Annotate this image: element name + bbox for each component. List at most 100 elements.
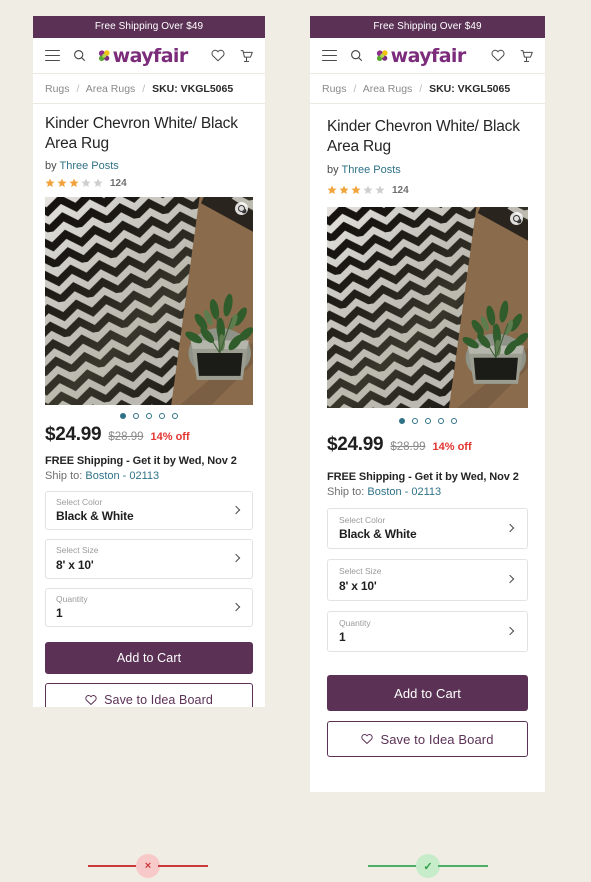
heart-outline-icon <box>85 694 97 705</box>
product-image[interactable] <box>327 206 528 408</box>
add-to-cart-button[interactable]: Add to Cart <box>45 642 253 675</box>
star-icon-filled <box>351 185 361 195</box>
quantity-label: Quantity <box>339 617 371 628</box>
fail-rail-left <box>88 864 138 868</box>
price-original: $28.99 <box>108 430 144 443</box>
breadcrumb: Rugs / Area Rugs / SKU: VKGL5065 <box>310 74 545 104</box>
search-icon[interactable] <box>350 49 363 62</box>
quantity-field[interactable]: Quantity 1 <box>327 610 528 653</box>
zoom-in-icon[interactable] <box>235 201 248 215</box>
review-count[interactable]: 124 <box>392 185 409 196</box>
pass-rail-left <box>368 864 418 868</box>
select-color-label: Select Color <box>339 514 386 525</box>
add-to-cart-button[interactable]: Add to Cart <box>327 675 528 712</box>
carousel-dot-5[interactable] <box>172 412 178 419</box>
page-title: Kinder Chevron White/ Black Area Rug <box>45 115 238 152</box>
select-size-field[interactable]: Select Size 8' x 10' <box>327 559 528 601</box>
search-icon[interactable] <box>73 49 86 62</box>
shopping-cart-icon[interactable] <box>520 49 533 63</box>
price-row: $24.99 $28.99 14% off <box>45 424 253 446</box>
quantity-label: Quantity <box>56 593 88 604</box>
wayfair-logo[interactable]: wayfair <box>376 46 466 66</box>
brand-line: by Three Posts <box>45 160 253 172</box>
save-to-idea-board-button[interactable]: Save to Idea Board <box>45 683 253 707</box>
carousel-dot-3[interactable] <box>146 412 152 419</box>
heart-outline-icon <box>361 734 374 745</box>
by-label: by <box>327 163 339 176</box>
carousel-dot-2[interactable] <box>411 417 418 424</box>
fail-indicator: × <box>88 854 208 878</box>
promo-banner: Free Shipping Over $49 <box>310 16 545 38</box>
breadcrumb: Rugs / Area Rugs / SKU: VKGL5065 <box>33 74 265 104</box>
rug-photo <box>45 196 253 405</box>
chevron-right-icon <box>231 554 241 563</box>
breadcrumb-area-rugs[interactable]: Area Rugs <box>363 83 413 95</box>
select-size-label: Select Size <box>339 566 382 577</box>
carousel-dot-3[interactable] <box>424 417 431 424</box>
product-image[interactable] <box>45 196 253 405</box>
discount-badge: 14% off <box>432 440 472 453</box>
breadcrumb-rugs[interactable]: Rugs <box>322 83 347 95</box>
brand-link[interactable]: Three Posts <box>59 160 118 172</box>
pass-badge: ✓ <box>416 854 440 878</box>
review-count[interactable]: 124 <box>110 178 127 189</box>
carousel-dot-1[interactable] <box>120 412 126 419</box>
page-title: Kinder Chevron White/ Black Area Rug <box>327 118 520 155</box>
by-label: by <box>45 159 57 172</box>
heart-icon[interactable] <box>491 49 505 62</box>
fail-badge: × <box>136 854 160 878</box>
hamburger-menu-icon[interactable] <box>45 50 60 61</box>
carousel-dots <box>327 408 528 428</box>
hamburger-menu-icon[interactable] <box>322 50 337 61</box>
breadcrumb-area-rugs[interactable]: Area Rugs <box>86 83 136 95</box>
breadcrumb-rugs[interactable]: Rugs <box>45 83 70 95</box>
ship-to-label: Ship to: <box>327 485 365 498</box>
quantity-value: 1 <box>56 606 63 621</box>
shopping-cart-icon[interactable] <box>240 49 253 63</box>
chevron-right-icon <box>231 602 241 612</box>
price-row: $24.99 $28.99 14% off <box>327 434 528 456</box>
top-navbar: wayfair <box>33 38 265 74</box>
shipping-estimate: FREE Shipping - Get it by Wed, Nov 2 <box>45 454 237 467</box>
product-page-variant-b: Free Shipping Over $49 wayfair Rugs / Ar… <box>310 16 545 792</box>
wayfair-wordmark: wayfair <box>112 45 189 67</box>
ship-to-location[interactable]: Boston - 02113 <box>85 470 159 482</box>
breadcrumb-separator-1: / <box>76 83 80 95</box>
carousel-dot-4[interactable] <box>159 412 165 419</box>
breadcrumb-sku: SKU: VKGL5065 <box>429 83 511 95</box>
breadcrumb-separator-2: / <box>419 83 423 95</box>
screenshot-stage: Free Shipping Over $49 wayfair Rugs / Ar… <box>0 0 591 882</box>
wayfair-logo[interactable]: wayfair <box>98 45 189 67</box>
carousel-dot-4[interactable] <box>437 417 444 424</box>
carousel-dot-5[interactable] <box>450 417 457 424</box>
promo-banner: Free Shipping Over $49 <box>33 16 265 38</box>
select-color-field[interactable]: Select Color Black & White <box>327 507 528 550</box>
save-to-idea-board-button[interactable]: Save to Idea Board <box>327 721 528 758</box>
heart-icon[interactable] <box>211 49 225 62</box>
star-icon-empty <box>363 185 373 195</box>
select-size-value: 8' x 10' <box>339 578 377 593</box>
brand-link[interactable]: Three Posts <box>341 164 400 176</box>
price-original: $28.99 <box>390 440 426 453</box>
fail-rail-right <box>158 864 208 868</box>
rug-photo <box>327 206 528 408</box>
select-color-value: Black & White <box>56 509 134 524</box>
ship-to-location[interactable]: Boston - 02113 <box>367 486 441 498</box>
star-icon-filled <box>69 178 79 188</box>
pass-rail-right <box>438 864 488 868</box>
zoom-in-icon[interactable] <box>510 211 523 225</box>
star-icon-filled <box>45 178 55 188</box>
carousel-dot-1[interactable] <box>398 417 405 424</box>
select-color-field[interactable]: Select Color Black & White <box>45 490 253 531</box>
select-size-field[interactable]: Select Size 8' x 10' <box>45 539 253 579</box>
pass-indicator: ✓ <box>368 854 488 878</box>
shipping-estimate: FREE Shipping - Get it by Wed, Nov 2 <box>327 470 519 483</box>
quantity-field[interactable]: Quantity 1 <box>45 587 253 628</box>
save-to-idea-board-label: Save to Idea Board <box>104 692 213 707</box>
quantity-value: 1 <box>339 630 346 645</box>
rating-row: 124 <box>45 178 253 189</box>
star-icon-empty <box>81 178 91 188</box>
select-color-value: Black & White <box>339 527 417 542</box>
product-page-variant-a: Free Shipping Over $49 wayfair Rugs / Ar… <box>33 16 265 707</box>
carousel-dot-2[interactable] <box>133 412 139 419</box>
